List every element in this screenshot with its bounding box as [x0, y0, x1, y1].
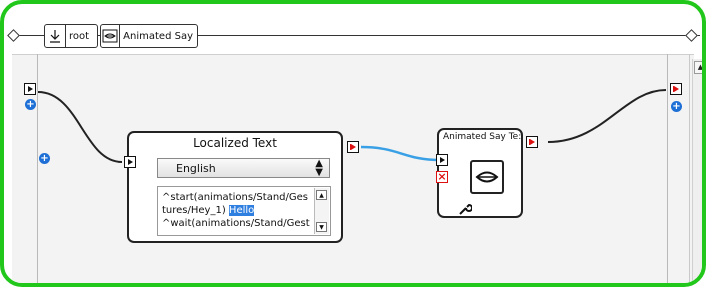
wrench-icon[interactable]: [458, 201, 473, 220]
script-line-2: tures/Hey_1) Hello: [162, 205, 255, 216]
script-text: ^start(animations/Stand/Ges tures/Hey_1)…: [162, 191, 312, 230]
animated-say-stop-port-icon[interactable]: ×: [436, 171, 448, 183]
add-input-left-mid-icon[interactable]: +: [39, 153, 50, 164]
selected-text-highlight: Hello: [228, 205, 255, 216]
animated-say-input-port[interactable]: [436, 154, 448, 166]
localized-text-output-port[interactable]: [347, 141, 359, 153]
link-input-to-localized-text: [37, 91, 123, 163]
language-select[interactable]: English ▲ ▼: [157, 158, 330, 178]
select-arrows-icon: ▲ ▼: [315, 158, 323, 178]
animated-say-output-port[interactable]: [526, 136, 538, 148]
script-line-3: ^wait(animations/Stand/Gest: [162, 218, 310, 229]
speech-mouth-icon: [470, 160, 504, 194]
language-select-value: English: [176, 162, 216, 175]
onstopped-output-port[interactable]: [670, 83, 682, 95]
add-input-left-top-icon[interactable]: +: [25, 99, 36, 110]
script-textarea[interactable]: ^start(animations/Stand/Ges tures/Hey_1)…: [157, 186, 331, 236]
onstart-input-port[interactable]: [24, 83, 36, 95]
script-line-1: ^start(animations/Stand/Ges: [162, 192, 308, 203]
link-localized-text-to-animated-say: [360, 145, 441, 162]
textarea-scroll-up-icon[interactable]: ▲: [316, 190, 327, 200]
textarea-scrollbar[interactable]: ▲ ▼: [314, 188, 329, 234]
localized-text-input-port[interactable]: [124, 156, 136, 168]
animated-say-text-title: Animated Say Te:: [443, 132, 521, 142]
localized-text-title: Localized Text: [193, 136, 277, 150]
textarea-scroll-down-icon[interactable]: ▼: [316, 222, 327, 232]
window-frame: root Animated Say ▲ + + + Localized Text…: [0, 0, 706, 287]
add-output-right-icon[interactable]: +: [671, 101, 682, 112]
link-animated-say-to-output: [547, 89, 667, 143]
